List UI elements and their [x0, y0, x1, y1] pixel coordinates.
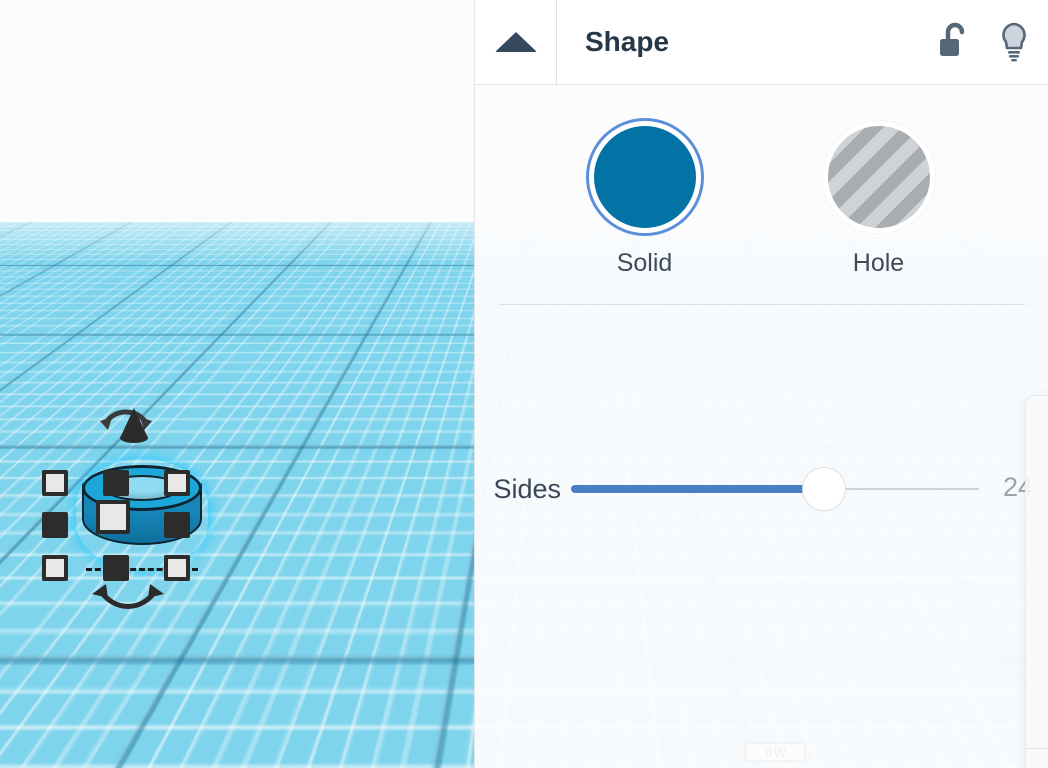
selected-shape-group[interactable]: [30, 400, 210, 620]
solid-swatch-circle: [588, 121, 701, 233]
resize-handle-bottom-left[interactable]: [42, 555, 68, 581]
page-title: Shape: [585, 26, 670, 57]
hole-swatch-circle: [822, 121, 935, 233]
resize-handle-mid-right[interactable]: [164, 512, 190, 538]
tinkercad-editor: 0 W Shape: [0, 0, 1048, 768]
header-icon-group: [938, 0, 1048, 84]
shape-mode-hole[interactable]: Hole: [814, 121, 944, 278]
shape-inspector-panel: Shape Solid Hole Sides 24: [474, 0, 1048, 768]
resize-handle-mid-left[interactable]: [42, 512, 68, 538]
panel-body: Solid Hole Sides 24 Pres: [475, 85, 1048, 768]
panel-header: Shape: [475, 0, 1048, 85]
move-handle-center[interactable]: [96, 500, 130, 534]
rotate-arrow-bottom-icon[interactable]: [88, 580, 168, 616]
collapse-panel-button[interactable]: [475, 0, 557, 84]
multicolor-row: Multicolor: [1026, 748, 1048, 768]
shape-mode-row: Solid Hole: [475, 85, 1048, 278]
unlocked-padlock-icon[interactable]: [938, 22, 972, 62]
sides-slider-knob[interactable]: [801, 467, 846, 511]
solid-label: Solid: [616, 249, 673, 277]
sides-label: Sides: [493, 473, 561, 504]
resize-handle-top-left[interactable]: [42, 470, 68, 496]
hole-label: Hole: [852, 249, 905, 277]
color-picker-popup: Presets Custom Multicolor: [1025, 395, 1048, 768]
shape-mode-solid[interactable]: Solid: [580, 121, 710, 278]
color-popup-tabs: Presets Custom: [1026, 396, 1048, 492]
resize-handle-bottom-center[interactable]: [103, 555, 129, 581]
height-cone-base: [120, 433, 148, 443]
preset-swatch-grid: [1026, 492, 1048, 726]
triangle-up-icon: [494, 32, 537, 52]
sides-slider-fill: [571, 485, 824, 493]
lightbulb-icon[interactable]: [998, 21, 1030, 63]
panel-divider: [499, 304, 1025, 305]
resize-handle-top-right[interactable]: [164, 470, 190, 496]
sides-slider-row: Sides 24: [475, 467, 1048, 511]
resize-handle-bottom-right[interactable]: [164, 555, 190, 581]
resize-handle-top-center[interactable]: [103, 470, 129, 496]
tab-presets[interactable]: Presets: [1026, 396, 1048, 492]
sides-slider-track[interactable]: [571, 467, 979, 511]
